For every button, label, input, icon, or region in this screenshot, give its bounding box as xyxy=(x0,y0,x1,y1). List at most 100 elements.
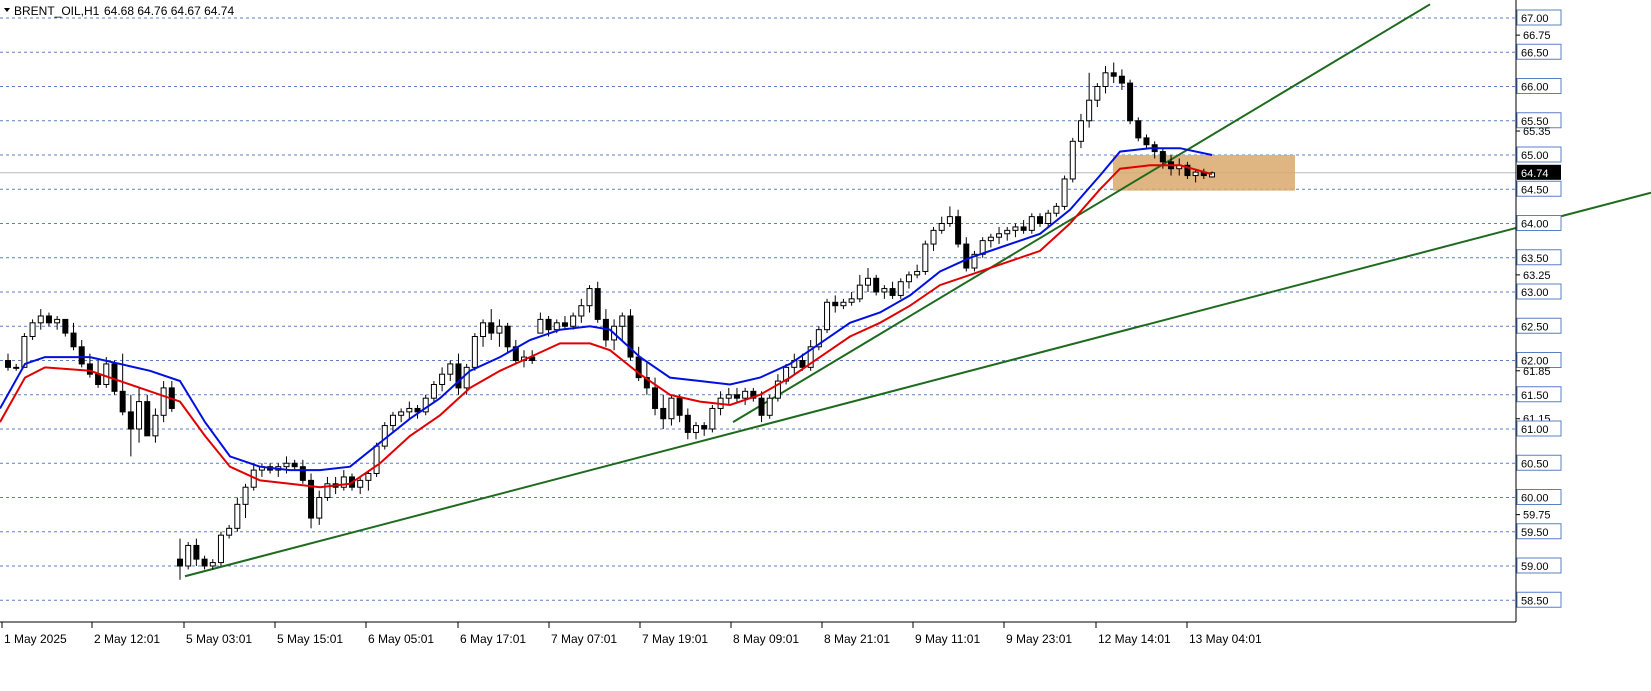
time-tick-label: 2 May 12:01 xyxy=(94,632,160,646)
candle-body xyxy=(1135,120,1142,139)
candle[interactable] xyxy=(815,326,822,351)
candle-body xyxy=(299,466,306,481)
price-tick-label: 66.50 xyxy=(1521,47,1549,59)
candle-body xyxy=(709,407,716,430)
candle-body xyxy=(897,281,904,296)
candle[interactable] xyxy=(1127,79,1134,125)
candle-body xyxy=(119,390,126,413)
candle-body xyxy=(136,401,143,430)
candle-body xyxy=(742,390,749,399)
candle-body xyxy=(701,425,708,430)
candle[interactable] xyxy=(1069,137,1076,183)
time-tick-label: 8 May 09:01 xyxy=(733,632,799,646)
candle-body xyxy=(463,366,470,389)
candle-body xyxy=(29,322,36,338)
candle-body xyxy=(889,288,896,296)
price-tick-label: 65.35 xyxy=(1523,126,1551,138)
candle-body xyxy=(1004,229,1011,235)
candle-body xyxy=(447,363,454,375)
time-tick-label: 6 May 17:01 xyxy=(460,632,526,646)
candle-body xyxy=(226,527,233,536)
candle[interactable] xyxy=(766,394,773,419)
candle-body xyxy=(946,216,953,224)
candle[interactable] xyxy=(422,394,429,416)
candle-body xyxy=(865,277,871,286)
candle[interactable] xyxy=(824,298,831,334)
candle-body xyxy=(217,534,224,564)
candle[interactable] xyxy=(709,405,716,433)
candle-body xyxy=(316,497,323,519)
candle[interactable] xyxy=(1061,175,1068,210)
candle-body xyxy=(103,363,110,385)
candle-body xyxy=(62,318,69,334)
candle-body xyxy=(619,315,626,327)
candle-body xyxy=(824,301,831,331)
candle[interactable] xyxy=(471,333,478,371)
candle-body xyxy=(365,473,372,481)
candle-body xyxy=(357,479,364,488)
candle-body xyxy=(95,373,102,385)
candle-body xyxy=(693,425,699,433)
candle[interactable] xyxy=(1028,213,1035,234)
candle[interactable] xyxy=(1135,117,1142,142)
candle[interactable] xyxy=(29,319,36,340)
candle-body xyxy=(987,236,994,242)
candle-body xyxy=(570,315,577,327)
candle[interactable] xyxy=(21,333,28,368)
price-tick-label: 64.00 xyxy=(1521,219,1549,231)
candle[interactable] xyxy=(185,542,192,570)
candle[interactable] xyxy=(217,531,224,566)
price-tick-label: 61.50 xyxy=(1521,390,1549,402)
price-tick-label: 67.00 xyxy=(1521,13,1549,25)
candle-body xyxy=(652,387,659,409)
candle[interactable] xyxy=(971,250,978,272)
candlestick-chart[interactable]: 67.0066.7566.5066.0065.5065.3565.0064.74… xyxy=(0,0,1651,686)
candle[interactable] xyxy=(873,274,880,296)
time-tick-label: 1 May 2025 xyxy=(4,632,67,646)
candle-body xyxy=(234,503,241,529)
candle-body xyxy=(45,315,52,324)
time-tick-label: 9 May 23:01 xyxy=(1006,632,1072,646)
price-tick-label: 66.75 xyxy=(1523,30,1551,42)
candle-body xyxy=(799,360,806,368)
candle-body xyxy=(488,322,495,334)
candle-body xyxy=(1110,72,1117,77)
time-tick-label: 6 May 05:01 xyxy=(368,632,434,646)
price-tick-label: 61.00 xyxy=(1521,424,1549,436)
candle-body xyxy=(152,414,159,437)
candle-body xyxy=(86,363,93,375)
price-tick-label: 62.50 xyxy=(1521,321,1549,333)
price-tick-label: 59.75 xyxy=(1523,510,1551,522)
candle[interactable] xyxy=(430,381,437,402)
candle[interactable] xyxy=(897,278,904,299)
price-tick-label: 63.00 xyxy=(1521,287,1549,299)
time-tick-label: 12 May 14:01 xyxy=(1098,632,1171,646)
price-tick-label: 60.00 xyxy=(1521,493,1549,505)
candle-body xyxy=(480,322,487,338)
candle-body xyxy=(832,301,839,307)
candle-body xyxy=(209,562,216,567)
chart-area[interactable]: 67.00 66.75 66.50 66.00 65.50 65.35 65.00 64.74… xyxy=(0,0,1651,686)
candle[interactable] xyxy=(627,309,634,361)
candle-body xyxy=(996,233,1003,238)
price-tick-label: 65.00 xyxy=(1521,150,1549,162)
candle-body xyxy=(922,243,929,272)
candle-body xyxy=(1045,212,1052,225)
time-tick-label: 8 May 21:01 xyxy=(824,632,890,646)
candle-body xyxy=(1012,226,1019,231)
candle-body xyxy=(553,322,560,331)
price-tick-label: 63.25 xyxy=(1523,270,1551,282)
candle-body xyxy=(676,397,683,416)
candle-body xyxy=(430,383,437,399)
candle-body xyxy=(439,373,446,385)
candle-body xyxy=(660,407,667,420)
candle[interactable] xyxy=(922,240,929,275)
candle-body xyxy=(144,401,151,437)
candle[interactable] xyxy=(381,422,388,450)
candle-body xyxy=(1077,120,1084,142)
candle-body xyxy=(1192,171,1199,177)
candle-body xyxy=(1118,75,1125,84)
candle-body xyxy=(1086,99,1093,122)
candle-body xyxy=(389,414,396,427)
candle-body xyxy=(1143,137,1150,146)
